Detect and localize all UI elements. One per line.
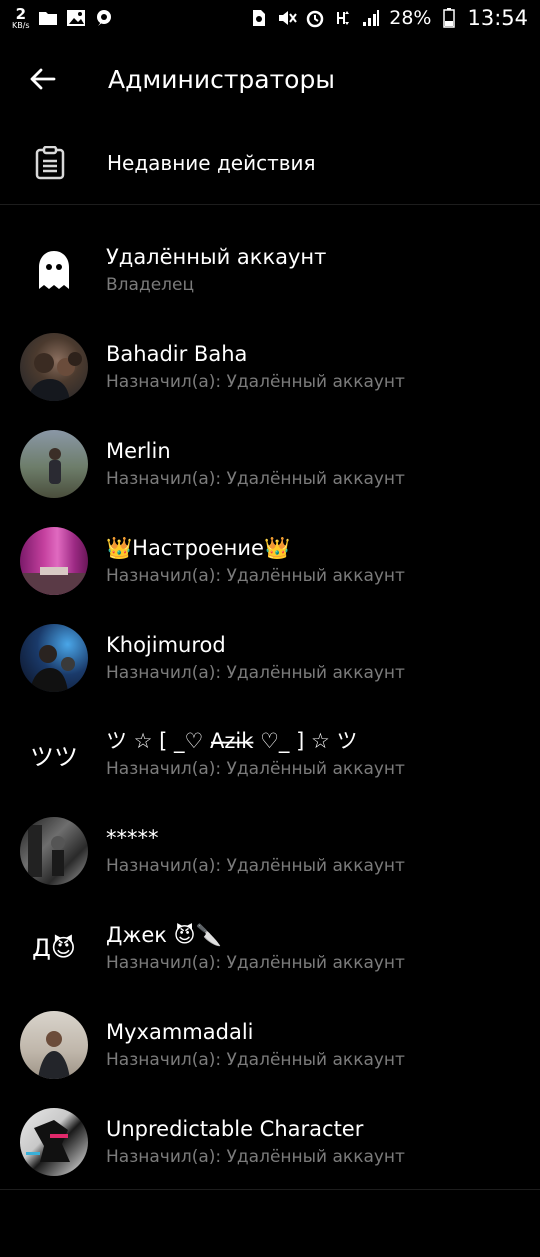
recent-actions-button[interactable]: Недавние действия	[0, 125, 540, 200]
clock: 13:54	[467, 6, 528, 30]
battery-icon	[439, 8, 459, 28]
admin-name: Myxammadali	[106, 1019, 254, 1044]
network-speed: 2 KB/s	[12, 4, 30, 30]
sim-icon	[249, 9, 269, 27]
status-bar-left: 2 KB/s	[12, 4, 114, 30]
network-speed-value: 2	[15, 4, 27, 23]
arrow-left-icon	[30, 68, 56, 90]
back-button[interactable]	[12, 49, 72, 109]
user-photo-icon	[38, 1030, 70, 1079]
admin-subtitle: Назначил(а): Удалённый аккаунт	[106, 1049, 405, 1070]
admin-name: Merlin	[106, 438, 171, 463]
admin-info: ツ ☆ [ _♡ A̶z̶i̶k̶ ♡_ ] ☆ ツ Назначил(а): …	[106, 726, 405, 782]
recent-actions-label: Недавние действия	[107, 150, 316, 175]
avatar	[20, 333, 88, 402]
admin-info: Unpredictable Character Назначил(а): Уда…	[106, 1114, 405, 1170]
avatar	[20, 429, 88, 498]
admin-name: Удалённый аккаунт	[106, 245, 327, 270]
status-bar-right: 28% 13:54	[249, 6, 528, 30]
admin-row[interactable]: Khojimurod Назначил(а): Удалённый аккаун…	[0, 609, 540, 706]
admin-subtitle: Назначил(а): Удалённый аккаунт	[106, 565, 405, 586]
admin-row[interactable]: Myxammadali Назначил(а): Удалённый аккау…	[0, 996, 540, 1093]
chat-icon	[94, 9, 114, 27]
admin-info: 👑Настроение👑 Назначил(а): Удалённый акка…	[106, 533, 405, 589]
admin-name: Bahadir Baha	[106, 342, 248, 367]
battery-percentage: 28%	[389, 7, 432, 29]
admin-info: ***** Назначил(а): Удалённый аккаунт	[106, 823, 405, 879]
avatar: Д😈	[32, 933, 76, 962]
admin-row[interactable]: Bahadir Baha Назначил(а): Удалённый акка…	[0, 319, 540, 416]
page-title: Администраторы	[108, 64, 336, 94]
admin-subtitle: Назначил(а): Удалённый аккаунт	[106, 468, 405, 489]
app-bar: Администраторы	[0, 44, 540, 114]
admin-subtitle: Назначил(а): Удалённый аккаунт	[106, 372, 405, 393]
user-photo-icon	[28, 352, 82, 402]
admin-name: *****	[106, 826, 159, 851]
avatar	[20, 526, 88, 595]
admin-row[interactable]: Д😈 Джек 😈🔪 Назначил(а): Удалённый аккаун…	[0, 900, 540, 997]
user-photo-icon	[49, 447, 61, 484]
admin-name: ツ ☆ [ _♡ A̶z̶i̶k̶ ♡_ ] ☆ ツ	[106, 729, 358, 754]
user-photo-icon	[30, 644, 75, 692]
admin-row[interactable]: ***** Назначил(а): Удалённый аккаунт	[0, 803, 540, 900]
admin-info: Bahadir Baha Назначил(а): Удалённый акка…	[106, 339, 405, 395]
admin-list: Удалённый аккаунт Владелец Bahadir Baha …	[0, 222, 540, 1190]
avatar: ツツ	[30, 742, 78, 771]
ghost-icon	[39, 251, 69, 290]
mute-icon	[277, 9, 298, 27]
admin-name: 👑Настроение👑	[106, 535, 291, 560]
admin-subtitle: Назначил(а): Удалённый аккаунт	[106, 759, 405, 780]
admin-subtitle: Назначил(а): Удалённый аккаунт	[106, 952, 405, 973]
clipboard-icon	[25, 138, 75, 188]
admin-info: Myxammadali Назначил(а): Удалённый аккау…	[106, 1017, 405, 1073]
network-icon	[333, 9, 353, 27]
avatar	[20, 623, 88, 692]
admin-row[interactable]: ツツ ツ ☆ [ _♡ A̶z̶i̶k̶ ♡_ ] ☆ ツ Назначил(а…	[0, 706, 540, 803]
admin-subtitle: Назначил(а): Удалённый аккаунт	[106, 662, 405, 683]
admin-info: Khojimurod Назначил(а): Удалённый аккаун…	[106, 630, 405, 686]
admin-info: Merlin Назначил(а): Удалённый аккаунт	[106, 436, 405, 492]
divider	[0, 204, 540, 205]
image-icon	[66, 9, 86, 27]
alarm-icon	[305, 9, 325, 28]
network-speed-unit: KB/s	[12, 20, 30, 30]
admin-name: Unpredictable Character	[106, 1116, 364, 1141]
avatar	[20, 1010, 88, 1079]
admin-row[interactable]: 👑Настроение👑 Назначил(а): Удалённый акка…	[0, 512, 540, 609]
admin-row[interactable]: Unpredictable Character Назначил(а): Уда…	[0, 1093, 540, 1190]
user-photo-icon	[20, 566, 88, 595]
signal-icon	[361, 9, 381, 27]
user-photo-icon	[26, 1119, 70, 1162]
admin-name: Джек 😈🔪	[106, 922, 222, 947]
user-photo-icon	[28, 825, 65, 878]
admin-info: Удалённый аккаунт Владелец	[106, 242, 326, 298]
avatar	[20, 1107, 88, 1176]
admin-info: Джек 😈🔪 Назначил(а): Удалённый аккаунт	[106, 920, 405, 976]
folder-icon	[38, 9, 58, 27]
admin-row[interactable]: Merlin Назначил(а): Удалённый аккаунт	[0, 416, 540, 513]
status-bar: 2 KB/s 28% 13:54	[0, 0, 540, 36]
admin-subtitle: Назначил(а): Удалённый аккаунт	[106, 1146, 405, 1167]
admin-name: Khojimurod	[106, 632, 226, 657]
avatar	[20, 236, 88, 304]
admin-subtitle: Назначил(а): Удалённый аккаунт	[106, 856, 405, 877]
divider	[0, 1189, 540, 1190]
admin-subtitle: Владелец	[106, 275, 195, 296]
admin-row-deleted-account[interactable]: Удалённый аккаунт Владелец	[0, 222, 540, 319]
avatar	[20, 817, 88, 886]
